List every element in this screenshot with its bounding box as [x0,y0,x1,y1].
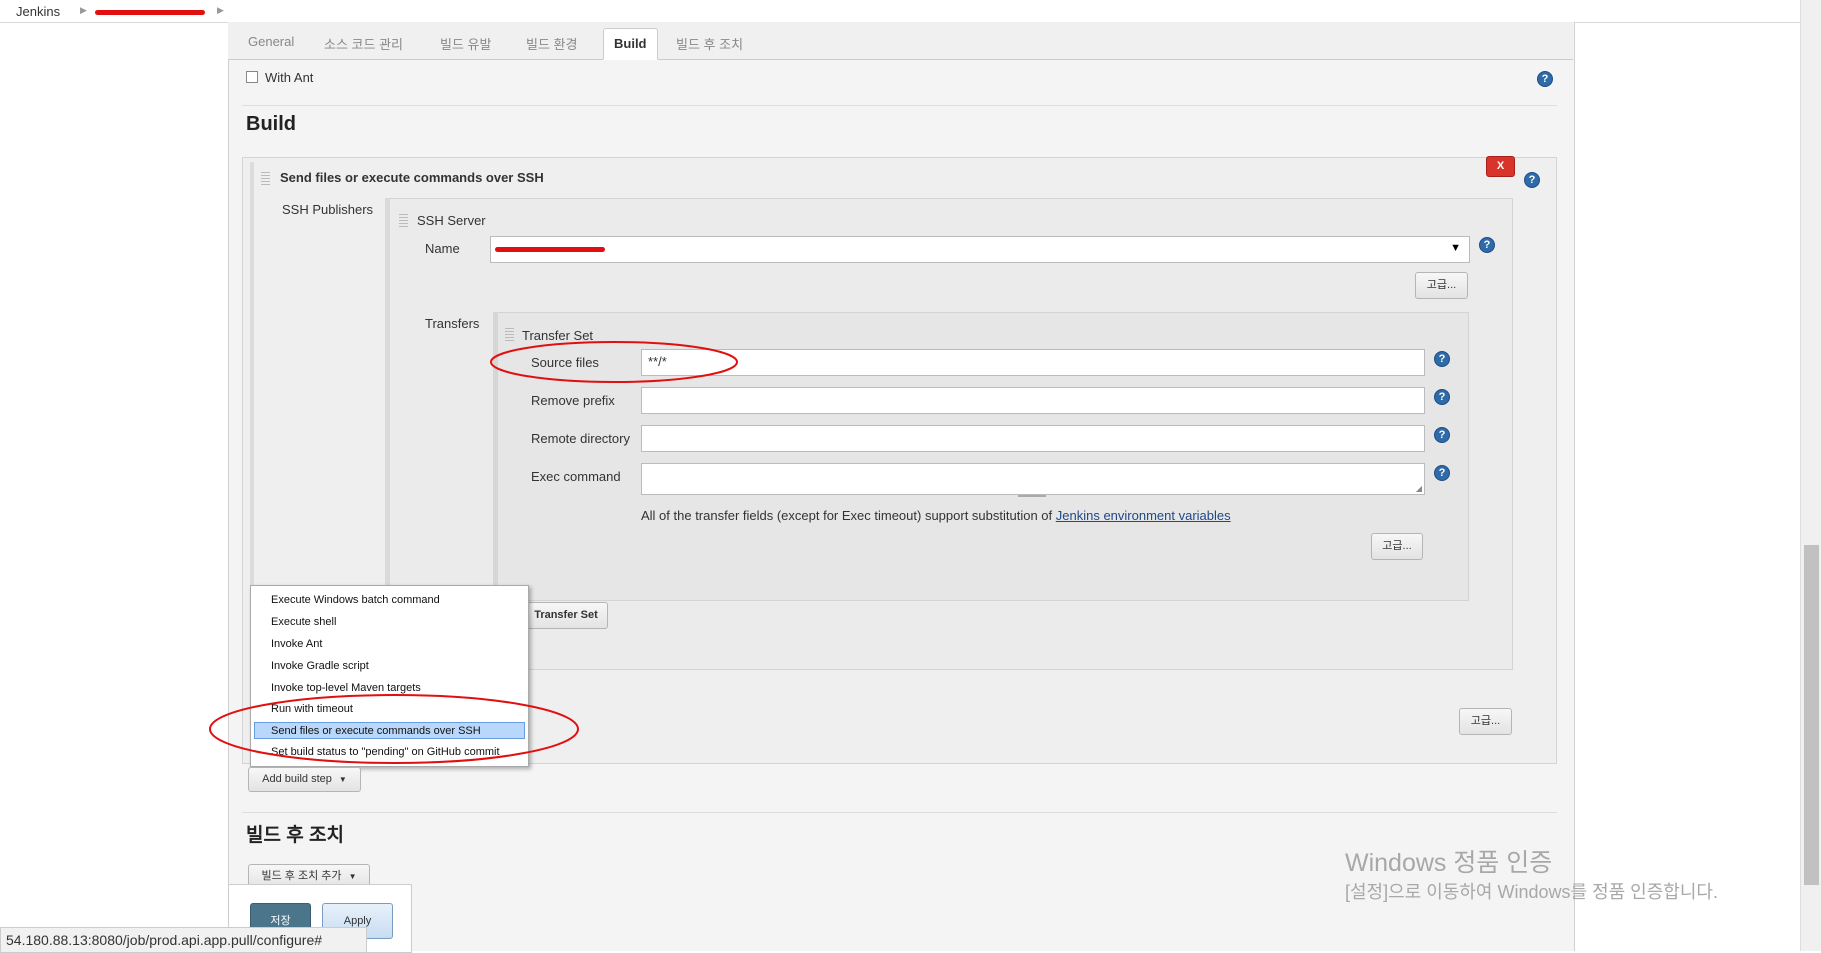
windows-activation-subtitle: [설정]으로 이동하여 Windows를 정품 인증합니다. [1345,882,1718,902]
annotation-ellipse-source-files [490,341,738,383]
windows-activation-title: Windows 정품 인증 [1345,849,1553,877]
annotation-ellipse-menu-item [209,694,579,764]
page-scrollbar[interactable] [1800,0,1821,951]
annotation-overlay [209,341,738,764]
scrollbar-thumb[interactable] [1804,545,1819,885]
